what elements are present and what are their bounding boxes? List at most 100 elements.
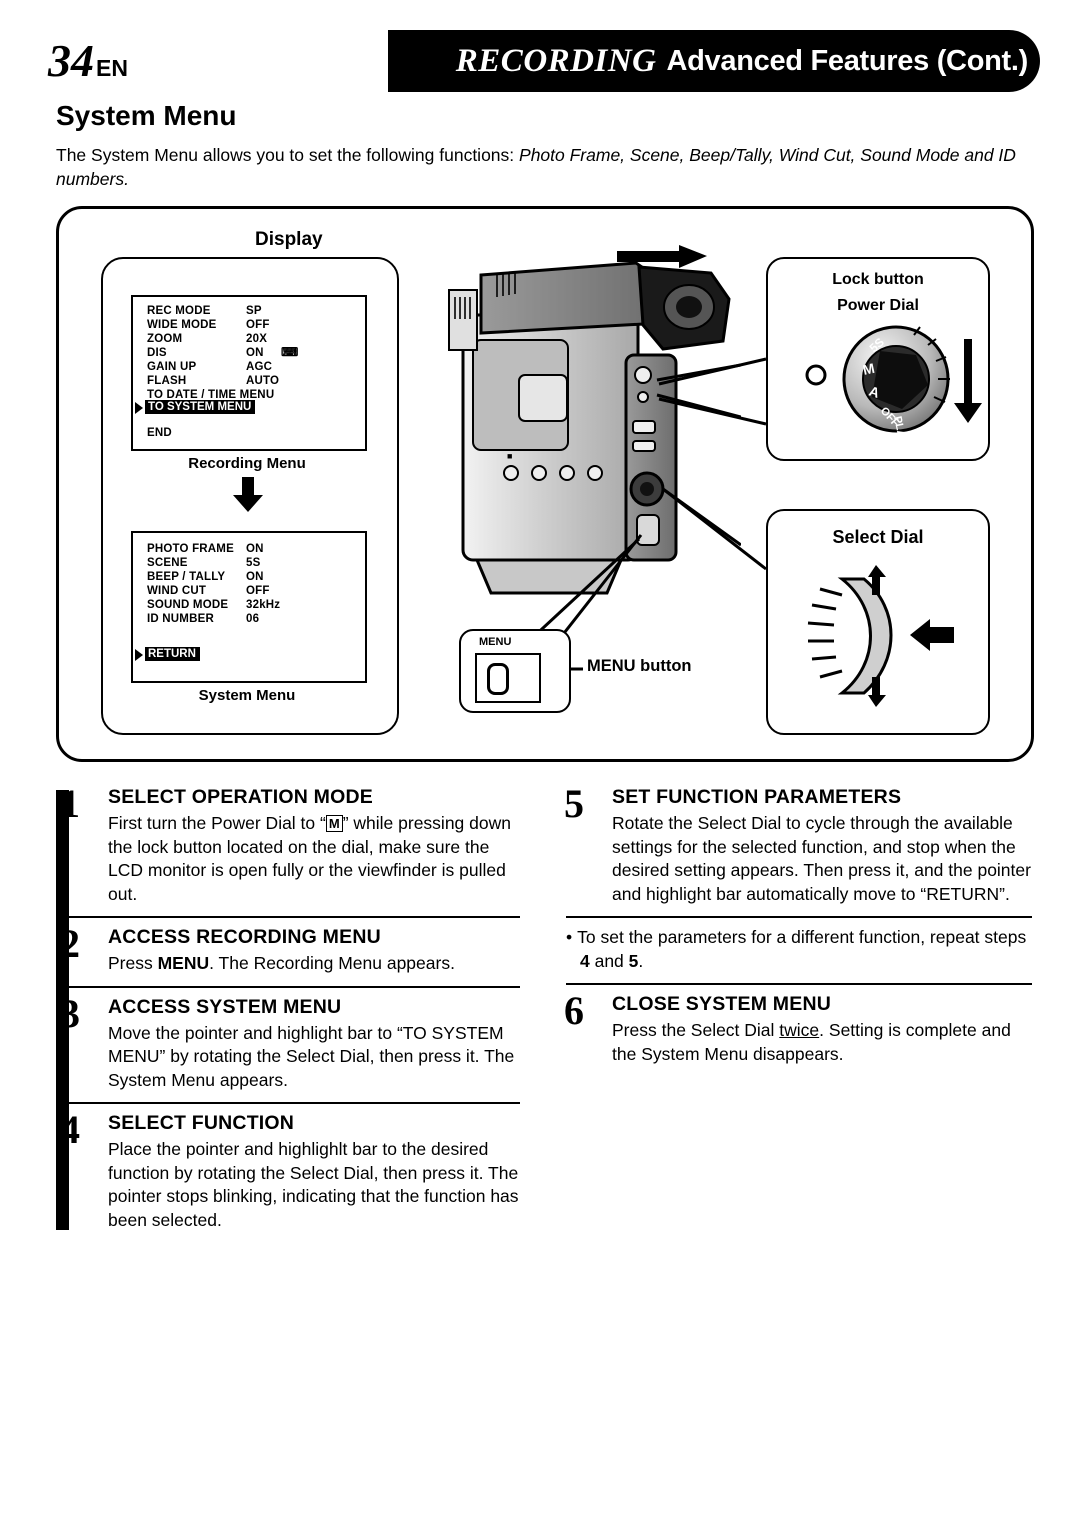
step-2: 2 ACCESS RECORDING MENU Press MENU. The …: [60, 916, 520, 986]
step-number: 3: [60, 990, 80, 1036]
step-number: 6: [564, 988, 584, 1033]
power-dial-panel: Lock button Power Dial 5S M A OFF PLAY: [766, 257, 990, 461]
step-number: 4: [60, 1107, 80, 1152]
note-text-post: .: [638, 950, 644, 971]
menu-label: BEEP / TALLY: [147, 571, 226, 583]
step-number: 2: [60, 921, 80, 966]
header-title-sub: Advanced Features (Cont.): [666, 44, 1029, 77]
menu-highlight-return: RETURN: [145, 647, 200, 661]
step-5: 5 SET FUNCTION PARAMETERS Rotate the Sel…: [564, 778, 1032, 916]
page-language: EN: [96, 55, 128, 81]
step6-underline: twice: [779, 1020, 820, 1040]
header-black-band: RECORDING Advanced Features (Cont.): [388, 30, 1040, 92]
menu-value: OFF: [246, 585, 270, 597]
menu-value: 32kHz: [246, 599, 281, 611]
step-number: 5: [564, 781, 584, 826]
menu-pointer-icon: [135, 402, 143, 414]
step-title: CLOSE SYSTEM MENU: [612, 993, 832, 1015]
page-title: System Menu: [56, 100, 237, 131]
step-body: Move the pointer and highlight bar to “T…: [108, 1022, 515, 1090]
illustration-panel: Display REC MODE SP WIDE MODE OFF ZOOM 2…: [56, 206, 1034, 762]
menu-end-label: END: [147, 427, 172, 439]
menu-keyword: MENU: [157, 953, 210, 973]
note-text-pre: To set the parameters for a different fu…: [577, 927, 1027, 947]
power-dial-drawing: 5S M A OFF PLAY: [805, 325, 982, 446]
power-dial-label: Power Dial: [837, 297, 919, 314]
step6-text-pre: Press the Select Dial: [612, 1020, 780, 1040]
menu-label: FLASH: [147, 375, 187, 387]
lock-button-label: Lock button: [832, 271, 924, 288]
menu-value: OFF: [246, 319, 270, 331]
menu-pointer-icon: [135, 649, 143, 661]
menu-label: GAIN UP: [147, 361, 197, 373]
step1-text-pre: First turn the Power Dial to “: [108, 813, 326, 833]
select-dial-label: Select Dial: [832, 527, 924, 547]
step2-text-pre: Press: [108, 953, 158, 973]
note-repeat-steps: • To set the parameters for a different f…: [566, 916, 1032, 983]
dis-hand-icon: ⌨: [281, 345, 299, 359]
menu-label: REC MODE: [147, 305, 211, 317]
menu-label: SOUND MODE: [147, 599, 229, 611]
step-title: ACCESS SYSTEM MENU: [108, 995, 342, 1018]
menu-label: SCENE: [147, 557, 188, 569]
intro-paragraph: The System Menu allows you to set the fo…: [56, 143, 1026, 191]
bullet-icon: •: [566, 927, 573, 947]
step-title: ACCESS RECORDING MENU: [108, 926, 381, 948]
system-menu-caption: System Menu: [198, 687, 296, 704]
page-number-value: 34: [48, 35, 94, 86]
step-body: Rotate the Select Dial to cycle through …: [612, 813, 1031, 904]
menu-label: ID NUMBER: [147, 613, 214, 625]
note-text-mid: and: [589, 950, 629, 971]
menu-value: 06: [246, 613, 260, 625]
menu-label: WIDE MODE: [147, 319, 217, 331]
step-1: 1 SELECT OPERATION MODE First turn the P…: [60, 778, 520, 916]
mode-m-icon: M: [325, 815, 343, 832]
step-title: SET FUNCTION PARAMETERS: [612, 786, 902, 808]
menu-value: AGC: [246, 361, 273, 373]
step-title: SELECT OPERATION MODE: [108, 786, 373, 808]
svg-text:■: ■: [507, 451, 512, 461]
menu-label: PHOTO FRAME: [147, 543, 234, 555]
menu-value: 20X: [246, 333, 268, 345]
menu-value: AUTO: [246, 375, 280, 387]
menu-label: DIS: [147, 347, 167, 359]
display-group-box: REC MODE SP WIDE MODE OFF ZOOM 20X DIS O…: [101, 257, 399, 735]
steps-column-left: 1 SELECT OPERATION MODE First turn the P…: [60, 778, 520, 1242]
header-title-main: RECORDING: [455, 42, 657, 79]
menu-button-oval-icon: [487, 663, 509, 695]
menu-label: ZOOM: [147, 333, 183, 345]
system-menu-screen: PHOTO FRAME ON SCENE 5S BEEP / TALLY ON …: [131, 531, 367, 683]
step-body: First turn the Power Dial to “M” while p…: [108, 812, 520, 906]
select-dial-drawing: [807, 565, 954, 707]
step-body: Place the pointer and highlighlt bar to …: [108, 1139, 519, 1230]
step-body: Press MENU. The Recording Menu appears.: [108, 952, 520, 976]
step-3: 3 ACCESS SYSTEM MENU Move the pointer an…: [60, 985, 520, 1103]
menu-value: ON: [246, 543, 264, 555]
step-title: SELECT FUNCTION: [108, 1112, 295, 1134]
menu-value: ON: [246, 571, 264, 583]
menu-button-text: MENU: [479, 636, 512, 648]
note-line2: 4 and 5.: [566, 950, 1032, 974]
step-number: 1: [60, 781, 80, 826]
select-dial-panel: Select Dial: [766, 509, 990, 735]
menu-value: ON: [246, 347, 264, 359]
step2-text-post: . The Recording Menu appears.: [209, 953, 455, 973]
step-body: Press the Select Dial twice. Setting is …: [612, 1019, 1032, 1066]
menu-highlight-to-system-menu: TO SYSTEM MENU: [145, 400, 256, 414]
steps-column-right: 5 SET FUNCTION PARAMETERS Rotate the Sel…: [564, 778, 1032, 1076]
page-number: 34EN: [48, 34, 128, 87]
intro-plain: The System Menu allows you to set the fo…: [56, 145, 520, 165]
menu-value: SP: [246, 305, 262, 317]
menu-button-callout: MENU: [459, 629, 571, 713]
menu-button-label: MENU button: [587, 657, 692, 675]
page-header: RECORDING Advanced Features (Cont.) 34EN: [0, 30, 1080, 92]
recording-menu-screen: REC MODE SP WIDE MODE OFF ZOOM 20X DIS O…: [131, 295, 367, 451]
step-4: 4 SELECT FUNCTION Place the pointer and …: [60, 1102, 520, 1242]
recording-menu-caption: Recording Menu: [188, 455, 306, 472]
menu-value: 5S: [246, 557, 261, 569]
note-step-b: 5: [628, 950, 639, 971]
step-6: 6 CLOSE SYSTEM MENU Press the Select Dia…: [564, 983, 1032, 1076]
menu-label: WIND CUT: [147, 585, 207, 597]
display-label: Display: [255, 229, 323, 250]
note-step-a: 4: [580, 950, 590, 971]
